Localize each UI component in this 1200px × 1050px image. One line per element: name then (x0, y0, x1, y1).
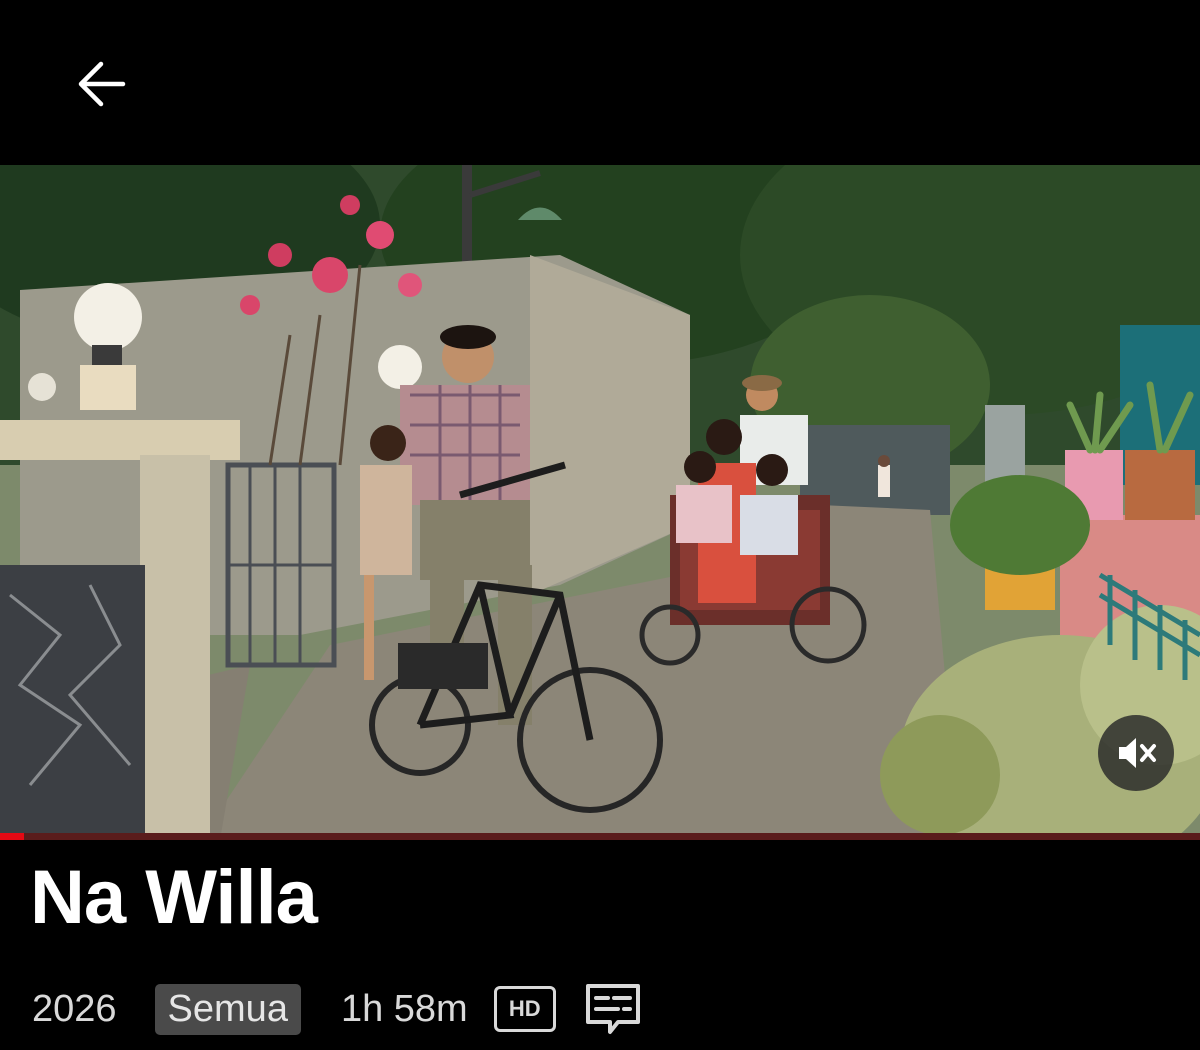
maturity-rating-badge: Semua (154, 983, 301, 1035)
video-title: Na Willa (30, 855, 318, 940)
video-frame (0, 165, 1200, 840)
video-detail-screen: Na Willa 2026 Semua 1h 58m HD (0, 0, 1200, 1050)
back-button[interactable] (62, 48, 140, 120)
mute-toggle-button[interactable] (1098, 715, 1174, 791)
playback-progress-bar[interactable] (0, 833, 1200, 840)
volume-muted-icon (1119, 738, 1156, 768)
release-year: 2026 (32, 987, 117, 1030)
video-metadata: 2026 Semua 1h 58m HD (32, 978, 642, 1040)
arrow-left-icon (78, 61, 126, 107)
runtime: 1h 58m (340, 987, 468, 1030)
video-player[interactable] (0, 165, 1200, 840)
playback-progress-fill (0, 833, 24, 840)
subtitles-icon (585, 984, 640, 1034)
hd-badge: HD (493, 986, 556, 1032)
